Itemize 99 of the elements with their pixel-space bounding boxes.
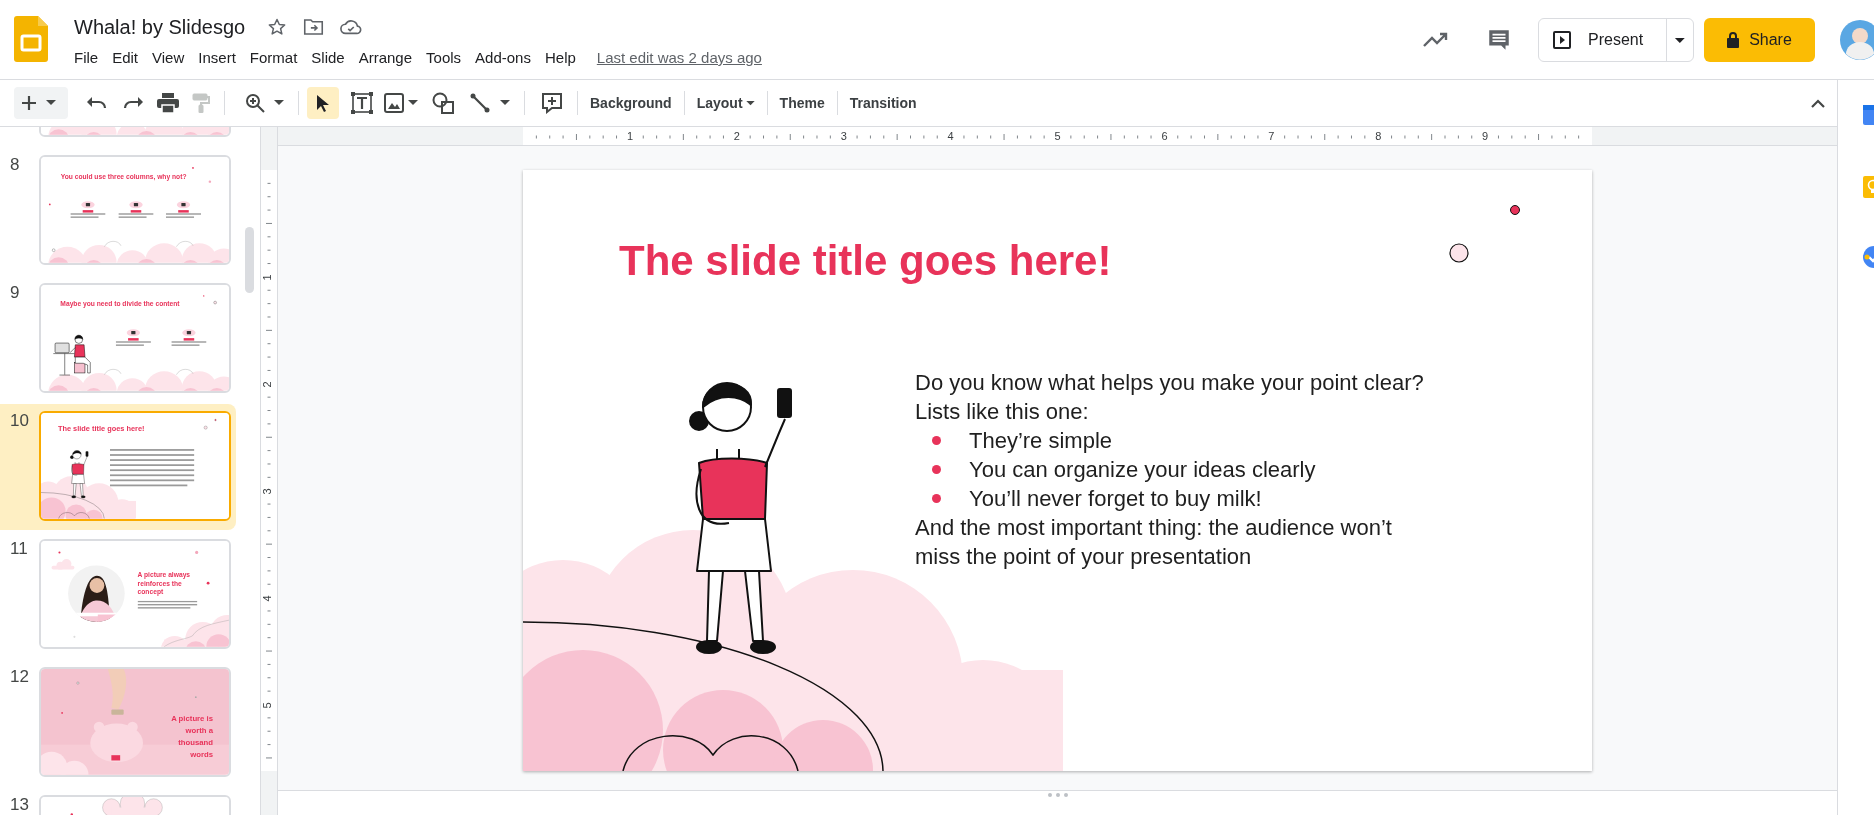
menu-item[interactable]: Add-ons	[468, 46, 538, 70]
present-button[interactable]: Present	[1539, 19, 1667, 61]
decorative-dot	[195, 550, 199, 554]
text-lines-drawing	[118, 210, 154, 218]
ruler-number: 3	[261, 488, 273, 495]
ruler-number: 5	[1054, 129, 1061, 143]
undo-icon[interactable]	[86, 96, 108, 110]
emblem-icon	[126, 329, 141, 337]
add-comment-icon[interactable]	[541, 92, 563, 114]
cloud-icon[interactable]	[340, 18, 363, 36]
avatar-icon[interactable]	[1840, 20, 1874, 60]
slide-number: 11	[9, 538, 29, 560]
trending-icon[interactable]	[1423, 32, 1449, 48]
share-button[interactable]: Share	[1704, 18, 1815, 62]
zoom-icon[interactable]	[245, 93, 265, 113]
ruler-number: 9	[1482, 129, 1489, 143]
toolbar-button[interactable]: Layout	[684, 87, 767, 119]
folder-icon[interactable]	[303, 18, 325, 36]
text-lines-drawing	[70, 210, 106, 218]
scrollbar-thumb[interactable]	[245, 227, 254, 293]
last-edit-link[interactable]: Last edit was 2 days ago	[596, 46, 762, 70]
bullet-icon	[932, 494, 941, 503]
collapse-icon[interactable]	[1811, 98, 1825, 108]
toolbar-button[interactable]: Background	[578, 87, 684, 119]
ruler-number: 4	[947, 129, 954, 143]
select-tool-button[interactable]	[307, 87, 339, 119]
body-text: Do you know what helps you make your point clear?	[915, 369, 1425, 397]
decorative-dot	[203, 425, 208, 430]
decorative-dot	[1449, 243, 1469, 263]
cloud-drawing	[102, 797, 163, 815]
redo-icon[interactable]	[122, 96, 144, 110]
list-item-text: You can organize your ideas clearly	[969, 456, 1316, 484]
comment-icon[interactable]	[1486, 27, 1512, 53]
list-item-text: They’re simple	[969, 427, 1113, 455]
caret-icon[interactable]	[500, 100, 510, 106]
lock-icon	[1727, 32, 1740, 48]
decorative-dot	[58, 551, 61, 554]
ruler-number: 1	[261, 274, 273, 281]
text-lines-drawing	[171, 338, 207, 346]
slide-title: The slide title goes here!	[619, 236, 1112, 286]
menu-item[interactable]: Tools	[419, 46, 469, 70]
ruler-number: 3	[840, 129, 847, 143]
emblem-icon	[176, 201, 191, 209]
slide-number: 12	[9, 666, 30, 688]
slide-number: 10	[9, 410, 30, 432]
decorative-dot	[1510, 205, 1520, 215]
text-lines-drawing	[137, 600, 198, 609]
document-title[interactable]: Whala! by Slidesgo	[74, 13, 246, 41]
decorative-dot	[208, 180, 212, 183]
new-slide-button[interactable]	[14, 87, 68, 119]
star-icon[interactable]	[267, 17, 288, 37]
menu-item[interactable]: Arrange	[351, 46, 420, 70]
ruler-number: 5	[261, 701, 273, 709]
menu-item[interactable]: Help	[537, 46, 583, 70]
decorative-dot	[48, 203, 51, 206]
menu-item[interactable]: Insert	[191, 46, 243, 70]
ruler-number: 4	[261, 595, 273, 602]
ruler-number: 7	[1268, 129, 1275, 143]
slide-number: 8	[9, 154, 21, 176]
print-icon[interactable]	[157, 93, 179, 113]
present-icon	[1553, 31, 1571, 49]
decorative-dot	[213, 301, 217, 305]
emblem-icon	[80, 201, 95, 209]
caret-icon[interactable]	[408, 100, 418, 106]
toolbar-button[interactable]: Theme	[767, 87, 837, 119]
ruler-number: 6	[1161, 129, 1168, 143]
decorative-dot	[76, 681, 80, 685]
text-box-icon[interactable]	[351, 92, 373, 114]
bullet-icon	[932, 436, 941, 445]
body-text: Lists like this one:	[915, 398, 1090, 426]
ruler-number: 2	[261, 381, 273, 388]
menu-item[interactable]: Format	[242, 46, 305, 70]
cursor-icon	[316, 94, 330, 112]
text-lines-drawing	[165, 210, 202, 218]
menu-item[interactable]: Slide	[304, 46, 352, 70]
caret-icon[interactable]	[274, 100, 284, 106]
emblem-icon	[181, 329, 196, 337]
decorative-dot	[52, 248, 56, 252]
decorative-dot	[206, 581, 210, 585]
ruler-number: 8	[1375, 129, 1382, 143]
ruler-number: 2	[733, 129, 740, 143]
menu-item[interactable]: Edit	[105, 46, 146, 70]
text-lines-drawing	[115, 338, 151, 346]
emblem-icon	[128, 201, 143, 209]
resize-handle-icon[interactable]	[1047, 793, 1068, 797]
menu-item[interactable]: File	[67, 46, 106, 70]
ruler-number: 1	[626, 129, 633, 143]
slide-number: 9	[9, 282, 21, 304]
line-icon[interactable]	[470, 93, 490, 113]
list-item-text: You’ll never forget to buy milk!	[969, 485, 1262, 513]
bullet-icon	[932, 465, 941, 474]
plus-icon	[20, 94, 38, 112]
menu-item[interactable]: View	[145, 46, 192, 70]
body-text: And the most important thing: the audience won’t miss the point of your presentation	[915, 514, 1393, 571]
image-icon[interactable]	[384, 93, 404, 113]
caret-icon	[46, 100, 56, 106]
toolbar-button[interactable]: Transition	[837, 87, 929, 119]
slide-number: 13	[9, 794, 30, 815]
shapes-icon[interactable]	[432, 92, 454, 114]
